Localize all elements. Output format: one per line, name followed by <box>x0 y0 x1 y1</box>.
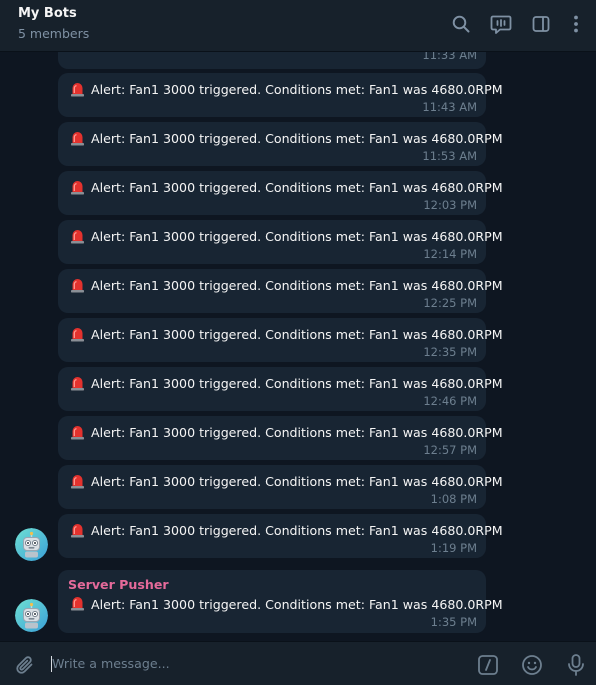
message-bubble[interactable]: Alert: Fan1 3000 triggered. Conditions m… <box>58 514 503 558</box>
message-bubble[interactable]: Alert: Fan1 3000 triggered. Conditions m… <box>58 122 503 166</box>
message-time: 12:46 PM <box>423 394 477 408</box>
police-light-icon <box>70 595 85 611</box>
message-bubble[interactable]: Server Pusher Alert: Fan1 3000 triggered… <box>58 570 503 633</box>
police-light-icon <box>70 375 85 391</box>
message-bubble[interactable]: Alert: Fan1 3000 triggered. Conditions m… <box>58 220 503 264</box>
message-bubble[interactable]: Alert: Fan1 3000 triggered. Conditions m… <box>58 367 503 411</box>
message-time: 11:33 AM <box>422 52 477 62</box>
message-time: 12:25 PM <box>423 296 477 310</box>
message-time: 12:14 PM <box>423 247 477 261</box>
message-time: 1:35 PM <box>430 615 477 629</box>
message-list[interactable]: 11:33 AM Alert: Fan1 3000 triggered. Con… <box>0 52 596 641</box>
message-text: Alert: Fan1 3000 triggered. Conditions m… <box>91 131 503 146</box>
message-text: Alert: Fan1 3000 triggered. Conditions m… <box>91 229 503 244</box>
message-bubble[interactable]: Alert: Fan1 3000 triggered. Conditions m… <box>58 465 503 509</box>
police-light-icon <box>70 473 85 489</box>
members-count[interactable]: 5 members <box>18 26 89 41</box>
message-bubble[interactable]: Alert: Fan1 3000 triggered. Conditions m… <box>58 416 503 460</box>
message-time: 11:43 AM <box>422 100 477 114</box>
video-chat-icon[interactable] <box>490 13 512 35</box>
message-time: 12:35 PM <box>423 345 477 359</box>
message-text: Alert: Fan1 3000 triggered. Conditions m… <box>91 82 503 97</box>
bot-avatar[interactable] <box>15 599 48 632</box>
message-text: Alert: Fan1 3000 triggered. Conditions m… <box>91 597 503 612</box>
chat-header[interactable]: My Bots 5 members <box>0 0 596 52</box>
more-options-icon[interactable] <box>566 14 586 34</box>
message-composer <box>0 641 596 685</box>
police-light-icon <box>70 130 85 146</box>
bot-commands-icon[interactable] <box>477 654 499 680</box>
police-light-icon <box>70 81 85 97</box>
police-light-icon <box>70 522 85 538</box>
message-input[interactable] <box>50 650 462 676</box>
emoji-icon[interactable] <box>521 654 543 680</box>
message-bubble[interactable]: Alert: Fan1 3000 triggered. Conditions m… <box>58 73 503 117</box>
message-time: 1:19 PM <box>430 541 477 555</box>
text-cursor <box>51 656 52 672</box>
sidebar-toggle-icon[interactable] <box>531 14 551 34</box>
police-light-icon <box>70 228 85 244</box>
message-text: Alert: Fan1 3000 triggered. Conditions m… <box>91 327 503 342</box>
police-light-icon <box>70 424 85 440</box>
message-text: Alert: Fan1 3000 triggered. Conditions m… <box>91 180 503 195</box>
message-time: 12:03 PM <box>423 198 477 212</box>
message-bubble[interactable]: 11:33 AM <box>58 52 486 69</box>
police-light-icon <box>70 277 85 293</box>
police-light-icon <box>70 326 85 342</box>
message-bubble[interactable]: Alert: Fan1 3000 triggered. Conditions m… <box>58 318 503 362</box>
police-light-icon <box>70 179 85 195</box>
message-bubble[interactable]: Alert: Fan1 3000 triggered. Conditions m… <box>58 269 503 313</box>
message-time: 12:57 PM <box>423 443 477 457</box>
message-text: Alert: Fan1 3000 triggered. Conditions m… <box>91 474 503 489</box>
attach-icon[interactable] <box>14 654 36 680</box>
bot-avatar[interactable] <box>15 528 48 561</box>
message-text: Alert: Fan1 3000 triggered. Conditions m… <box>91 425 503 440</box>
chat-title[interactable]: My Bots <box>18 6 77 21</box>
sender-name[interactable]: Server Pusher <box>68 577 169 592</box>
search-icon[interactable] <box>451 14 471 34</box>
message-time: 1:08 PM <box>430 492 477 506</box>
microphone-icon[interactable] <box>565 653 587 681</box>
message-bubble[interactable]: Alert: Fan1 3000 triggered. Conditions m… <box>58 171 503 215</box>
message-time: 11:53 AM <box>422 149 477 163</box>
message-text: Alert: Fan1 3000 triggered. Conditions m… <box>91 376 503 391</box>
message-text: Alert: Fan1 3000 triggered. Conditions m… <box>91 523 503 538</box>
message-text: Alert: Fan1 3000 triggered. Conditions m… <box>91 278 503 293</box>
chat-window: My Bots 5 members 11:33 AM Alert: Fan1 3… <box>0 0 596 685</box>
